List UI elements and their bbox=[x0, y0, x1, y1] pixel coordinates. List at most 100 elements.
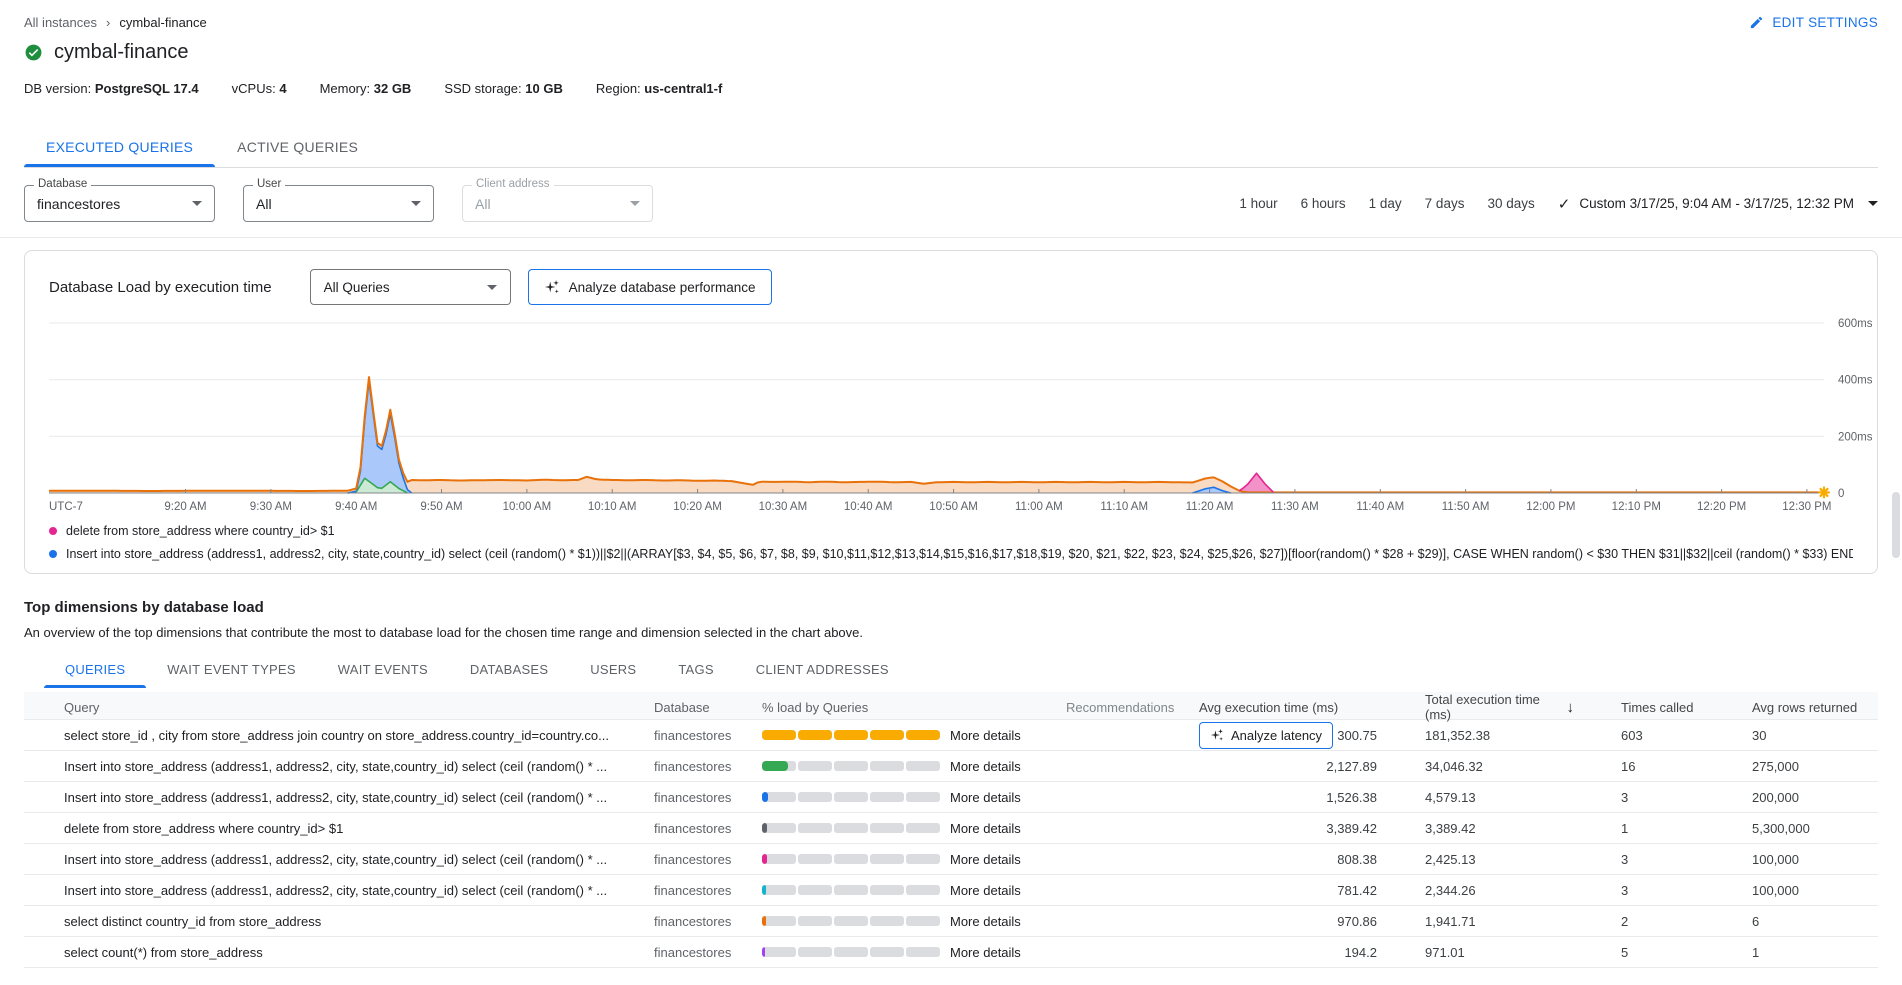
main-tabs: EXECUTED QUERIES ACTIVE QUERIES bbox=[24, 129, 1878, 168]
query-cell[interactable]: Insert into store_address (address1, add… bbox=[24, 883, 654, 898]
user-filter-value: All bbox=[256, 196, 272, 212]
database-load-chart[interactable]: 0200ms400ms600msUTC-79:20 AM9:30 AM9:40 … bbox=[49, 317, 1877, 515]
avg-execution-time-cell: 970.86 bbox=[1199, 914, 1379, 929]
spec-db-version: DB version: PostgreSQL 17.4 bbox=[24, 81, 199, 96]
query-cell[interactable]: Insert into store_address (address1, add… bbox=[24, 759, 654, 774]
database-filter-label: Database bbox=[34, 178, 91, 190]
column-header-recommendations[interactable]: Recommendations bbox=[1066, 700, 1199, 715]
svg-text:400ms: 400ms bbox=[1838, 375, 1873, 387]
avg-execution-time-value: 3,389.42 bbox=[1326, 821, 1377, 836]
avg-rows-returned-cell: 275,000 bbox=[1704, 759, 1878, 774]
svg-text:10:10 AM: 10:10 AM bbox=[588, 501, 637, 513]
avg-execution-time-value: 781.42 bbox=[1337, 883, 1377, 898]
query-dimension-select[interactable]: All Queries bbox=[310, 269, 511, 305]
more-details-link[interactable]: More details bbox=[950, 790, 1021, 805]
load-bar-segment bbox=[762, 761, 796, 771]
more-details-link[interactable]: More details bbox=[950, 728, 1021, 743]
more-details-link[interactable]: More details bbox=[950, 852, 1021, 867]
analyze-latency-button[interactable]: Analyze latency bbox=[1199, 722, 1333, 749]
column-header-database[interactable]: Database bbox=[654, 700, 762, 715]
scrollbar-thumb[interactable] bbox=[1892, 492, 1900, 558]
load-bar-segment bbox=[870, 730, 904, 740]
total-execution-time-cell: 2,425.13 bbox=[1379, 852, 1574, 867]
spec-memory: Memory: 32 GB bbox=[320, 81, 412, 96]
avg-execution-time-value: 970.86 bbox=[1337, 914, 1377, 929]
query-cell[interactable]: select distinct country_id from store_ad… bbox=[24, 914, 654, 929]
column-header-avg-execution-time[interactable]: Avg execution time (ms) bbox=[1199, 700, 1379, 715]
database-cell: financestores bbox=[654, 914, 762, 929]
edit-settings-button[interactable]: EDIT SETTINGS bbox=[1749, 15, 1878, 30]
time-preset-1-hour[interactable]: 1 hour bbox=[1239, 196, 1277, 211]
column-header-query[interactable]: Query bbox=[24, 700, 654, 715]
database-filter-select[interactable]: Database financestores bbox=[24, 185, 215, 222]
more-details-link[interactable]: More details bbox=[950, 945, 1021, 960]
load-cell: More details bbox=[762, 914, 1066, 929]
dimension-tab-users[interactable]: USERS bbox=[569, 655, 657, 688]
dimension-tab-wait-events[interactable]: WAIT EVENTS bbox=[317, 655, 449, 688]
svg-text:11:50 AM: 11:50 AM bbox=[1442, 501, 1490, 513]
column-header-times-called[interactable]: Times called bbox=[1574, 700, 1704, 715]
table-row: select count(*) from store_addressfinanc… bbox=[24, 937, 1878, 968]
times-called-cell: 5 bbox=[1574, 945, 1704, 960]
avg-rows-returned-cell: 200,000 bbox=[1704, 790, 1878, 805]
more-details-link[interactable]: More details bbox=[950, 759, 1021, 774]
dimension-tab-tags[interactable]: TAGS bbox=[657, 655, 734, 688]
query-cell[interactable]: Insert into store_address (address1, add… bbox=[24, 852, 654, 867]
svg-text:10:40 AM: 10:40 AM bbox=[844, 501, 893, 513]
load-bar-segment bbox=[906, 730, 940, 740]
times-called-cell: 2 bbox=[1574, 914, 1704, 929]
times-called-cell: 3 bbox=[1574, 790, 1704, 805]
avg-rows-returned-cell: 30 bbox=[1704, 728, 1878, 743]
dimension-tab-databases[interactable]: DATABASES bbox=[449, 655, 569, 688]
load-bar-segment bbox=[906, 916, 940, 926]
time-preset-1-day[interactable]: 1 day bbox=[1369, 196, 1402, 211]
time-preset-7-days[interactable]: 7 days bbox=[1425, 196, 1465, 211]
query-cell[interactable]: delete from store_address where country_… bbox=[24, 821, 654, 836]
legend-label: Insert into store_address (address1, add… bbox=[66, 547, 1853, 561]
user-filter-select[interactable]: User All bbox=[243, 185, 434, 222]
breadcrumb-all-instances[interactable]: All instances bbox=[24, 15, 97, 30]
tab-active-queries[interactable]: ACTIVE QUERIES bbox=[215, 129, 380, 167]
dimension-tabs: QUERIES WAIT EVENT TYPES WAIT EVENTS DAT… bbox=[24, 655, 1878, 688]
times-called-cell: 3 bbox=[1574, 852, 1704, 867]
database-load-card: Database Load by execution time All Quer… bbox=[24, 250, 1878, 574]
analyze-database-performance-label: Analyze database performance bbox=[569, 280, 756, 295]
load-bar-segment bbox=[906, 947, 940, 957]
load-bar-fill bbox=[870, 730, 904, 740]
load-cell: More details bbox=[762, 821, 1066, 836]
time-preset-30-days[interactable]: 30 days bbox=[1487, 196, 1534, 211]
column-header-total-execution-time[interactable]: Total execution time (ms) ↓ bbox=[1379, 692, 1574, 722]
load-bar-segment bbox=[762, 823, 796, 833]
load-bar-segment bbox=[798, 730, 832, 740]
load-bar bbox=[762, 885, 940, 895]
query-cell[interactable]: select store_id , city from store_addres… bbox=[24, 728, 654, 743]
dimension-tab-wait-event-types[interactable]: WAIT EVENT TYPES bbox=[146, 655, 317, 688]
svg-text:9:50 AM: 9:50 AM bbox=[420, 501, 462, 513]
svg-text:200ms: 200ms bbox=[1838, 431, 1873, 443]
query-table-body: select store_id , city from store_addres… bbox=[24, 720, 1878, 968]
more-details-link[interactable]: More details bbox=[950, 821, 1021, 836]
load-bar-segment bbox=[762, 792, 796, 802]
dimension-tab-queries[interactable]: QUERIES bbox=[44, 655, 146, 688]
svg-text:9:30 AM: 9:30 AM bbox=[250, 501, 292, 513]
client-address-filter-label: Client address bbox=[472, 178, 554, 190]
analyze-database-performance-button[interactable]: Analyze database performance bbox=[528, 269, 772, 305]
load-bar-fill bbox=[762, 730, 796, 740]
load-bar bbox=[762, 730, 940, 740]
more-details-link[interactable]: More details bbox=[950, 914, 1021, 929]
table-row: Insert into store_address (address1, add… bbox=[24, 844, 1878, 875]
time-preset-6-hours[interactable]: 6 hours bbox=[1301, 196, 1346, 211]
more-details-link[interactable]: More details bbox=[950, 883, 1021, 898]
section-subtitle: An overview of the top dimensions that c… bbox=[24, 625, 1878, 640]
chevron-down-icon bbox=[630, 201, 640, 206]
total-execution-time-cell: 3,389.42 bbox=[1379, 821, 1574, 836]
custom-time-range-button[interactable]: ✓ Custom 3/17/25, 9:04 AM - 3/17/25, 12:… bbox=[1558, 195, 1878, 213]
load-cell: More details bbox=[762, 790, 1066, 805]
pencil-icon bbox=[1749, 15, 1764, 30]
query-cell[interactable]: select count(*) from store_address bbox=[24, 945, 654, 960]
dimension-tab-client-addresses[interactable]: CLIENT ADDRESSES bbox=[735, 655, 910, 688]
column-header-avg-rows-returned[interactable]: Avg rows returned bbox=[1704, 700, 1878, 715]
query-cell[interactable]: Insert into store_address (address1, add… bbox=[24, 790, 654, 805]
tab-executed-queries[interactable]: EXECUTED QUERIES bbox=[24, 129, 215, 167]
column-header-load[interactable]: % load by Queries bbox=[762, 700, 1066, 715]
